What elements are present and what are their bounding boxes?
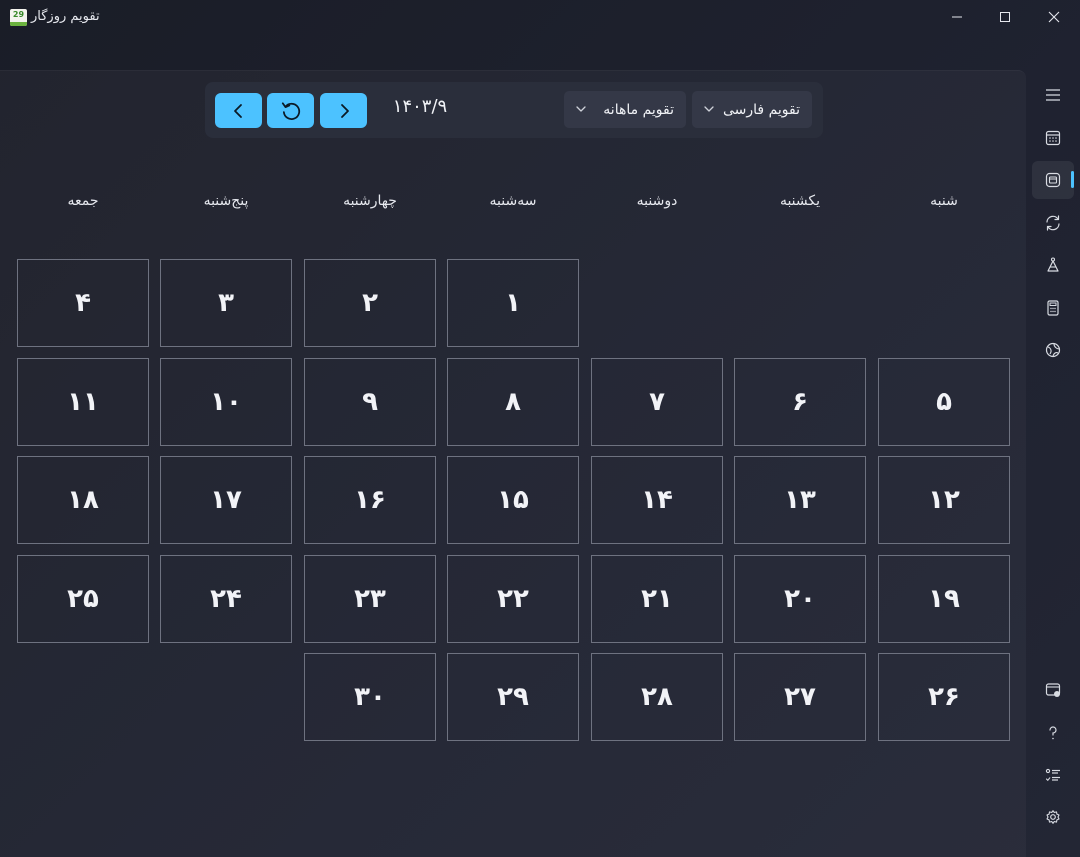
chevron-down-icon bbox=[576, 106, 586, 112]
help-icon bbox=[1049, 726, 1057, 740]
sidebar-item-convert[interactable] bbox=[1032, 204, 1074, 242]
calendar-type-label: تقویم فارسی bbox=[723, 101, 800, 118]
day-cell-12[interactable]: ۱۲ bbox=[878, 456, 1010, 544]
next-month-button[interactable] bbox=[320, 93, 367, 128]
calculator-icon bbox=[1047, 300, 1059, 316]
day-cell-30[interactable]: ۳۰ bbox=[304, 653, 436, 741]
app-logo-icon: 29 bbox=[10, 9, 27, 26]
day-cell-1[interactable]: ۱ bbox=[447, 259, 579, 347]
refresh-icon bbox=[281, 101, 300, 120]
calendar-type-dropdown[interactable]: تقویم فارسی bbox=[692, 91, 812, 128]
chevron-left-icon bbox=[233, 103, 242, 118]
previous-month-button[interactable] bbox=[215, 93, 262, 128]
minimize-icon bbox=[952, 16, 962, 18]
day-cell-14[interactable]: ۱۴ bbox=[591, 456, 723, 544]
day-cell-19[interactable]: ۱۹ bbox=[878, 555, 1010, 643]
day-cell-13[interactable]: ۱۳ bbox=[734, 456, 866, 544]
day-cell-26[interactable]: ۲۶ bbox=[878, 653, 1010, 741]
sidebar-item-settings[interactable] bbox=[1032, 798, 1074, 836]
day-cell-25[interactable]: ۲۵ bbox=[17, 555, 149, 643]
view-mode-label: تقویم ماهانه bbox=[603, 101, 674, 118]
day-cell-15[interactable]: ۱۵ bbox=[447, 456, 579, 544]
sidebar-item-prayer[interactable] bbox=[1032, 246, 1074, 284]
maximize-icon bbox=[1000, 12, 1010, 22]
day-cell-8[interactable]: ۸ bbox=[447, 358, 579, 446]
day-cell-29[interactable]: ۲۹ bbox=[447, 653, 579, 741]
weekday-tuesday: سه‌شنبه bbox=[489, 193, 537, 209]
today-button[interactable] bbox=[267, 93, 314, 128]
sidebar-item-month-view[interactable] bbox=[1032, 161, 1074, 199]
day-cell-20[interactable]: ۲۰ bbox=[734, 555, 866, 643]
window-title: تقویم روزگار bbox=[31, 9, 100, 24]
weekday-saturday: شنبه bbox=[930, 193, 958, 209]
chevron-right-icon bbox=[340, 103, 349, 118]
prayer-icon bbox=[1047, 257, 1059, 272]
close-button[interactable] bbox=[1031, 0, 1077, 34]
month-view-icon bbox=[1045, 172, 1061, 188]
sidebar-item-globe[interactable] bbox=[1032, 331, 1074, 369]
sidebar-item-events-list[interactable] bbox=[1032, 756, 1074, 794]
maximize-button[interactable] bbox=[982, 0, 1028, 34]
settings-icon bbox=[1046, 810, 1060, 824]
day-cell-7[interactable]: ۷ bbox=[591, 358, 723, 446]
events-list-icon bbox=[1045, 768, 1060, 782]
title-bar: 29 تقویم روزگار bbox=[0, 0, 1080, 36]
menu-icon bbox=[1046, 89, 1060, 101]
sidebar-menu-button[interactable] bbox=[1032, 76, 1074, 114]
day-cell-11[interactable]: ۱۱ bbox=[17, 358, 149, 446]
weekday-monday: دوشنبه bbox=[636, 193, 678, 209]
view-mode-dropdown[interactable]: تقویم ماهانه bbox=[564, 91, 686, 128]
day-cell-22[interactable]: ۲۲ bbox=[447, 555, 579, 643]
globe-icon bbox=[1045, 342, 1061, 358]
day-cell-24[interactable]: ۲۴ bbox=[160, 555, 292, 643]
active-indicator bbox=[1071, 171, 1074, 188]
day-cell-28[interactable]: ۲۸ bbox=[591, 653, 723, 741]
weekday-friday: جمعه bbox=[67, 193, 99, 209]
weekday-sunday: یکشنبه bbox=[779, 193, 821, 209]
day-cell-27[interactable]: ۲۷ bbox=[734, 653, 866, 741]
chevron-down-icon bbox=[704, 106, 714, 112]
day-cell-5[interactable]: ۵ bbox=[878, 358, 1010, 446]
sidebar-item-help[interactable] bbox=[1032, 714, 1074, 752]
sidebar-item-calculator[interactable] bbox=[1032, 289, 1074, 327]
weekday-wednesday: چهارشنبه bbox=[343, 193, 397, 209]
day-cell-23[interactable]: ۲۳ bbox=[304, 555, 436, 643]
close-icon bbox=[1048, 11, 1060, 23]
day-cell-4[interactable]: ۴ bbox=[17, 259, 149, 347]
day-cell-17[interactable]: ۱۷ bbox=[160, 456, 292, 544]
app-window: 29 تقویم روزگار ۱۴۰۳/۹ تقویم ماهانه تقوی… bbox=[0, 0, 1080, 857]
sidebar-item-calendar[interactable] bbox=[1032, 119, 1074, 157]
convert-icon bbox=[1046, 215, 1060, 231]
day-cell-2[interactable]: ۲ bbox=[304, 259, 436, 347]
weekday-thursday: پنج‌شنبه bbox=[203, 193, 249, 209]
day-cell-9[interactable]: ۹ bbox=[304, 358, 436, 446]
current-month-label: ۱۴۰۳/۹ bbox=[392, 96, 448, 117]
sidebar-item-widget[interactable] bbox=[1032, 671, 1074, 709]
day-cell-6[interactable]: ۶ bbox=[734, 358, 866, 446]
app-logo-number: 29 bbox=[12, 10, 25, 19]
minimize-button[interactable] bbox=[934, 0, 980, 34]
day-cell-16[interactable]: ۱۶ bbox=[304, 456, 436, 544]
widget-icon bbox=[1045, 683, 1061, 697]
day-cell-18[interactable]: ۱۸ bbox=[17, 456, 149, 544]
day-cell-21[interactable]: ۲۱ bbox=[591, 555, 723, 643]
calendar-icon bbox=[1045, 130, 1061, 146]
day-cell-3[interactable]: ۳ bbox=[160, 259, 292, 347]
day-cell-10[interactable]: ۱۰ bbox=[160, 358, 292, 446]
